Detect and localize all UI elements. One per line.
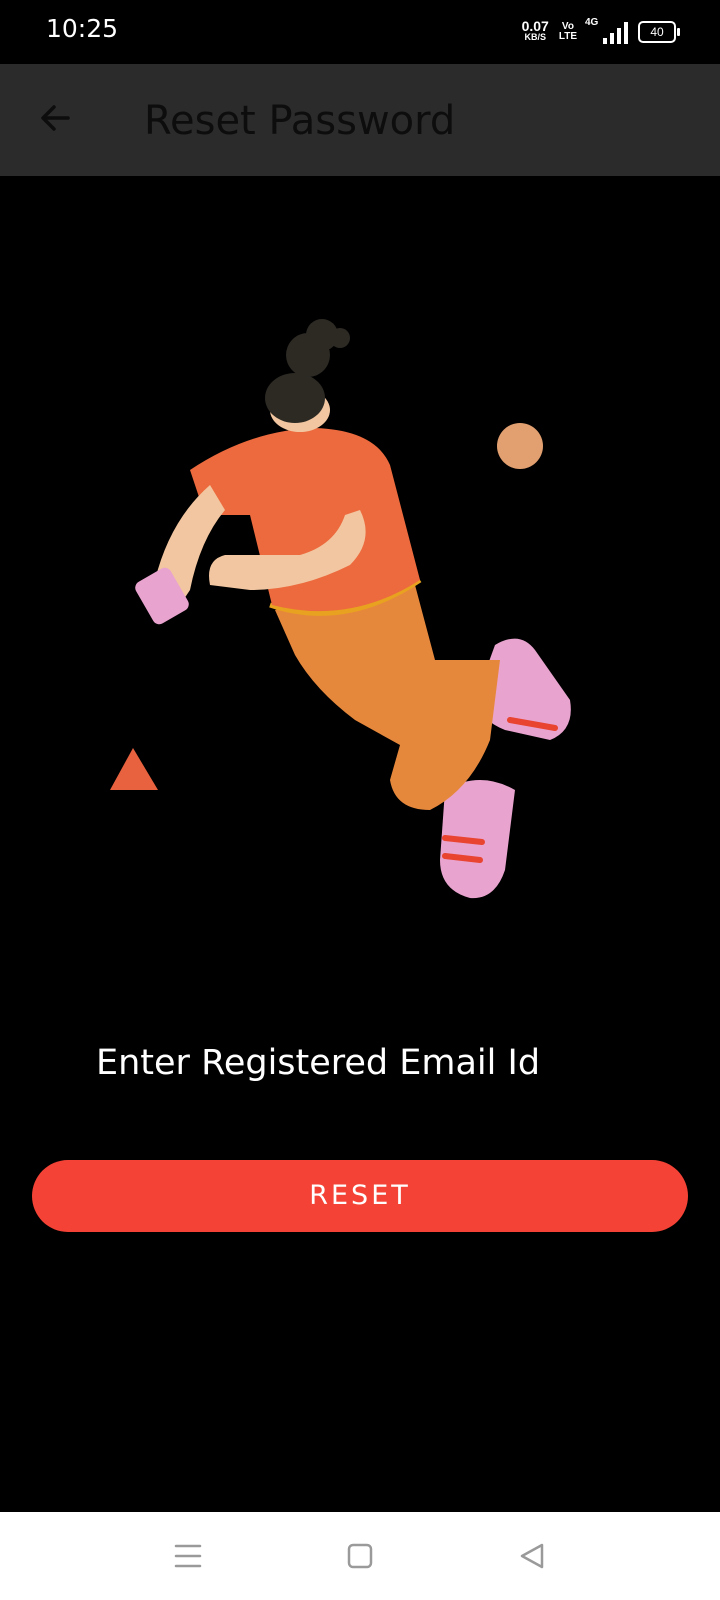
volte-bottom: LTE bbox=[558, 31, 577, 42]
system-nav-bar bbox=[0, 1512, 720, 1600]
decorative-triangle bbox=[110, 748, 158, 790]
pants bbox=[275, 585, 500, 810]
email-prompt-label[interactable]: Enter Registered Email Id bbox=[96, 1043, 540, 1083]
volte-icon: Vo LTE bbox=[559, 22, 577, 42]
status-bar: 10:25 0.07 KB/S Vo LTE 4G 40 bbox=[0, 0, 720, 64]
signal-bar bbox=[617, 28, 621, 44]
recents-button[interactable] bbox=[166, 1534, 210, 1578]
status-icons: 0.07 KB/S Vo LTE 4G 40 bbox=[521, 16, 680, 48]
signal-icon: 4G bbox=[585, 17, 628, 44]
app-bar: Reset Password bbox=[0, 64, 720, 176]
network-speed-value: 0.07 bbox=[521, 18, 549, 34]
triangle-back-icon bbox=[520, 1543, 544, 1569]
back-button[interactable] bbox=[36, 98, 76, 138]
menu-icon bbox=[174, 1544, 202, 1568]
signal-bar bbox=[603, 38, 607, 44]
shoe-left bbox=[440, 780, 515, 899]
arrow-left-icon bbox=[41, 105, 70, 131]
status-time: 10:25 bbox=[46, 14, 119, 43]
battery-level: 40 bbox=[650, 25, 664, 39]
signal-bar bbox=[610, 33, 614, 44]
network-type: 4G bbox=[585, 17, 599, 28]
hair-bun bbox=[330, 328, 350, 348]
page-title: Reset Password bbox=[144, 98, 456, 144]
signal-bar bbox=[624, 22, 628, 44]
floating-person-illustration bbox=[110, 319, 571, 899]
square-icon bbox=[347, 1543, 373, 1569]
system-back-button[interactable] bbox=[510, 1534, 554, 1578]
decorative-circle bbox=[497, 423, 543, 469]
network-speed: 0.07 KB/S bbox=[521, 18, 549, 43]
reset-button[interactable]: RESET bbox=[32, 1160, 688, 1232]
home-button[interactable] bbox=[338, 1534, 382, 1578]
battery-icon: 40 bbox=[638, 21, 680, 43]
network-speed-unit: KB/S bbox=[524, 32, 546, 42]
hair bbox=[265, 373, 325, 423]
